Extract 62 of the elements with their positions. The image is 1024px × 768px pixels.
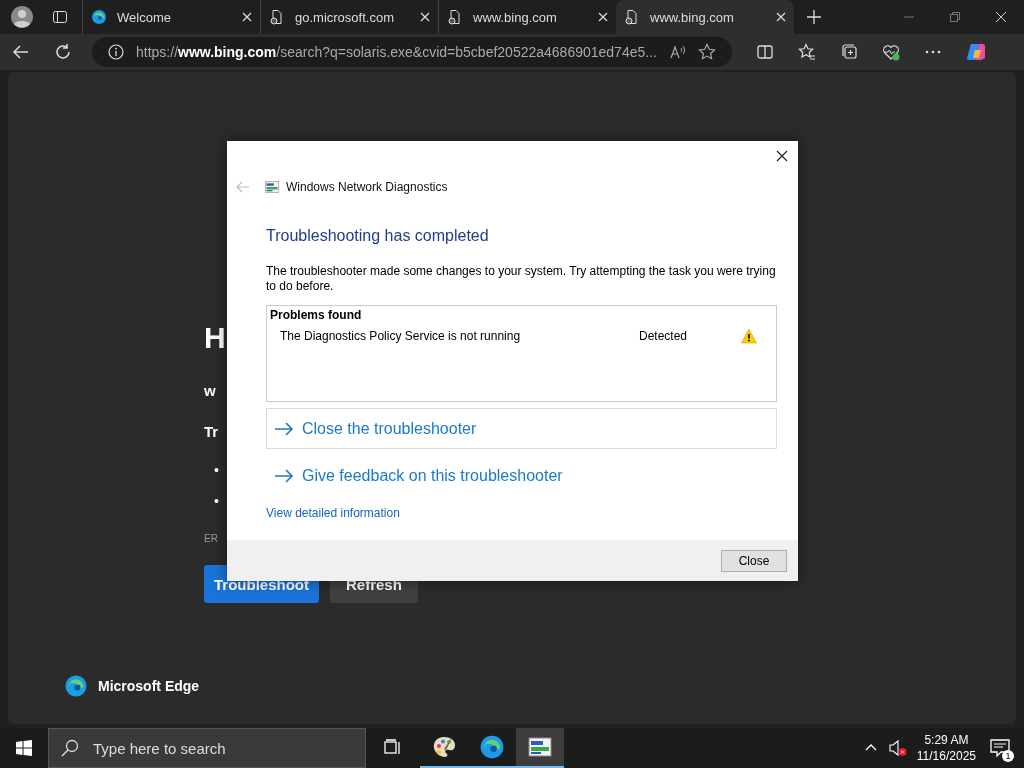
close-button[interactable]: Close [721, 549, 787, 572]
arrow-right-icon [274, 421, 294, 436]
notification-badge: 1 [1002, 750, 1014, 762]
brand-name: Microsoft Edge [98, 678, 200, 694]
copilot-icon[interactable] [966, 41, 988, 63]
clock-time[interactable]: 5:29 AM [924, 732, 969, 748]
search-input[interactable]: Type here to search [91, 738, 355, 758]
read-aloud-icon[interactable] [670, 44, 686, 60]
windows-start-icon[interactable] [16, 740, 32, 756]
favorites-icon[interactable] [798, 43, 816, 61]
page-icon [269, 9, 285, 25]
edge-logo-icon [479, 734, 505, 760]
tab-title: www.bing.com [473, 9, 558, 25]
search-icon [61, 739, 79, 757]
browser-tab[interactable]: www.bing.com [616, 0, 794, 34]
page-subheading: Tr [204, 423, 219, 440]
profile-avatar-icon[interactable] [10, 5, 34, 29]
restore-icon[interactable] [950, 12, 960, 22]
tab-title: Welcome [117, 9, 172, 25]
address-bar[interactable]: https://www.bing.com/search?q=solaris.exe&cvid=b5cbef20522a4686901ed74e5... [92, 37, 732, 67]
bullet: • [214, 461, 219, 479]
dialog-message: The troubleshooter made some changes to your system. Try attempting the task you were trying to do before. [266, 264, 776, 294]
page-icon [447, 9, 463, 25]
new-tab-icon[interactable] [806, 9, 822, 25]
command-link[interactable]: Give feedback on this troubleshooter [266, 455, 777, 496]
details-link[interactable]: View detailed information [266, 506, 400, 520]
collections-icon[interactable] [840, 43, 858, 61]
speaker-muted-icon[interactable] [888, 739, 907, 757]
network-diagnostics-icon [264, 179, 280, 195]
dialog-heading: Troubleshooting has completed [266, 227, 489, 245]
edge-logo-icon [64, 674, 88, 698]
paint-palette-icon [431, 734, 457, 760]
page-icon [624, 9, 640, 25]
arrow-right-icon [274, 468, 294, 483]
command-link[interactable]: Close the troubleshooter [266, 408, 777, 449]
taskbar-search-bar[interactable]: Type here to search [48, 728, 366, 768]
url-text: https://www.bing.com/search?q=solaris.exe&cvid=b5cbef20522a4686901ed74e5... [136, 44, 658, 60]
refresh-icon[interactable] [54, 43, 72, 61]
network-diagnostics-icon [527, 734, 553, 760]
site-name: w [204, 382, 216, 399]
dialog-title: Windows Network Diagnostics [286, 180, 448, 194]
page-heading: H [204, 320, 226, 356]
heart-pulse-icon[interactable] [882, 43, 900, 61]
back-arrow-icon[interactable] [12, 43, 30, 61]
tab-title: go.microsoft.com [295, 9, 395, 25]
tab-title: www.bing.com [650, 9, 735, 25]
problem-status: Detected [639, 329, 689, 343]
problem-text: The Diagnostics Policy Service is not running [280, 329, 522, 343]
notification-icon[interactable] [990, 738, 1010, 758]
taskbar-app[interactable] [516, 728, 564, 768]
bullet: • [214, 492, 219, 510]
task-view-icon[interactable] [384, 739, 402, 757]
clock-date[interactable]: 11/16/2025 [916, 748, 976, 764]
tab-actions-icon[interactable] [52, 9, 68, 25]
close-icon[interactable] [776, 150, 788, 162]
edge-logo-icon [91, 9, 107, 25]
warning-icon [741, 328, 757, 344]
info-icon[interactable] [108, 44, 124, 60]
list-header: Problems found [270, 308, 363, 322]
error-code: ER [204, 533, 218, 544]
split-screen-icon[interactable] [756, 43, 774, 61]
star-icon[interactable] [698, 43, 716, 61]
